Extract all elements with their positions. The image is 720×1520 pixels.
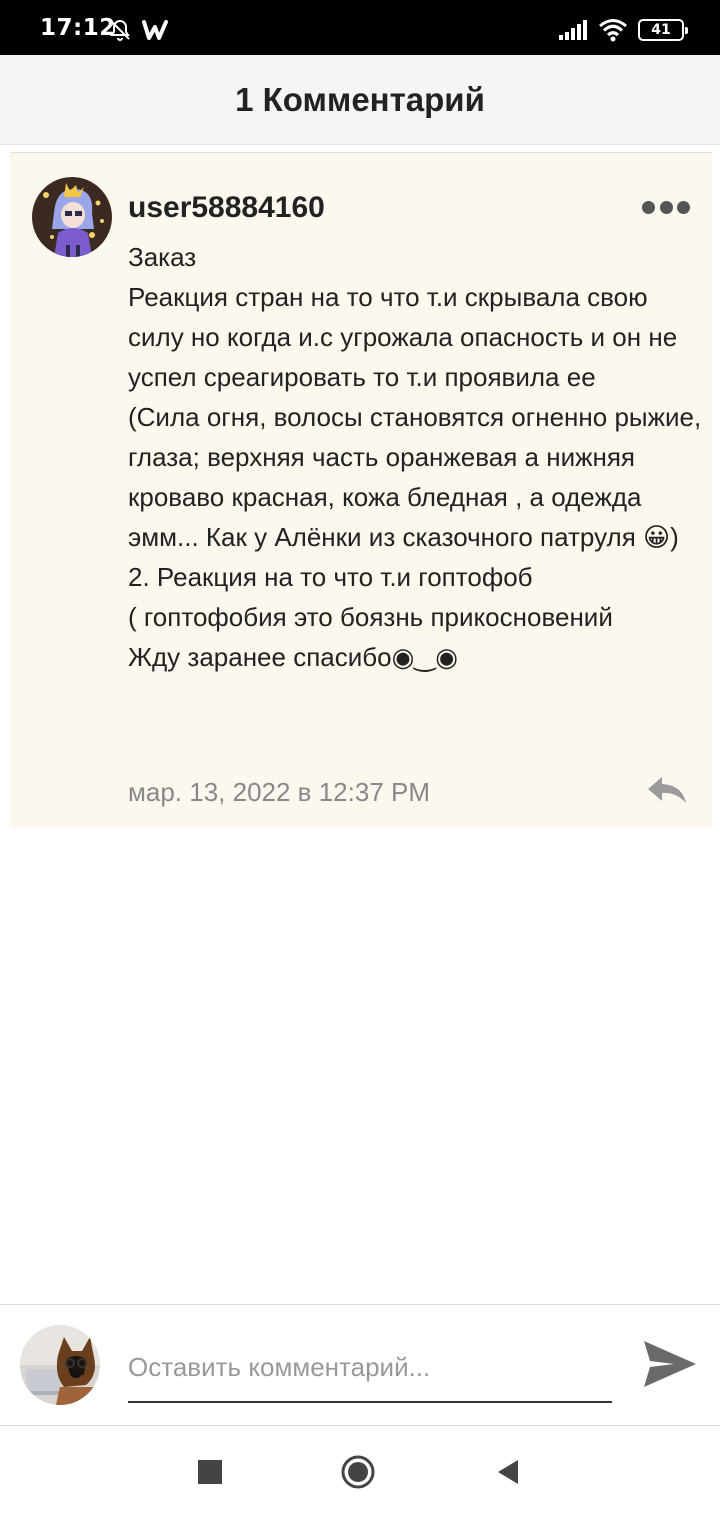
- status-right-icons: 41: [558, 18, 688, 42]
- more-dot: [642, 200, 655, 214]
- commenter-avatar[interactable]: [32, 177, 112, 257]
- status-left-icons: [108, 18, 168, 42]
- signal-icon: [559, 20, 587, 40]
- battery-icon: 41: [638, 19, 688, 41]
- status-bar: 17:12 41: [0, 0, 720, 55]
- page-title: 1 Комментарий: [235, 80, 485, 118]
- home-icon[interactable]: [340, 1454, 376, 1490]
- send-icon[interactable]: [642, 1337, 698, 1391]
- comment-text: Заказ Реакция стран на то что т.и скрыва…: [128, 242, 702, 672]
- battery-level: 41: [651, 22, 671, 38]
- reply-icon[interactable]: [644, 773, 690, 807]
- user-avatar[interactable]: [20, 1325, 100, 1405]
- comment-timestamp: мар. 13, 2022 в 12:37 PM: [128, 777, 430, 807]
- comment-username[interactable]: user58884160: [128, 191, 325, 225]
- mute-alarm-icon: [110, 19, 130, 41]
- more-dot: [677, 200, 690, 214]
- comment-card: user58884160 Заказ Реакция стран на то ч…: [10, 152, 712, 828]
- header: 1 Комментарий: [0, 55, 720, 145]
- recents-icon[interactable]: [192, 1454, 228, 1490]
- wifi-icon: [599, 19, 627, 42]
- more-dot: [659, 200, 673, 214]
- comment-composer: [0, 1304, 720, 1426]
- comment-input[interactable]: [128, 1333, 612, 1403]
- more-icon[interactable]: [642, 195, 690, 219]
- back-icon[interactable]: [490, 1454, 526, 1490]
- status-time: 17:12: [40, 15, 116, 41]
- wattpad-icon: [142, 20, 168, 40]
- system-nav-bar: [0, 1426, 720, 1520]
